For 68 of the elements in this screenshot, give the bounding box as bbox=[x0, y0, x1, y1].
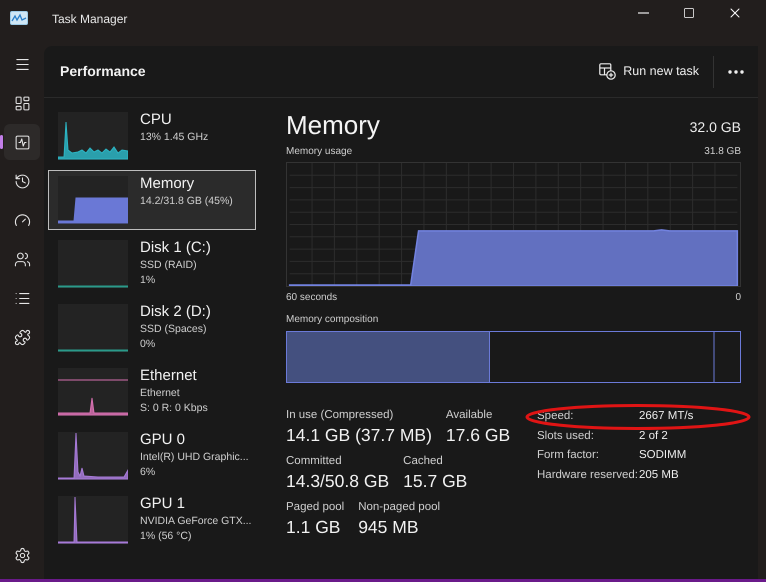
device-detail: 13% 1.45 GHz bbox=[140, 130, 208, 145]
axis-label: 60 seconds bbox=[286, 291, 338, 305]
stat-label: Available bbox=[446, 408, 494, 423]
stat-label: In use (Compressed) bbox=[286, 408, 394, 423]
device-detail: NVIDIA GeForce GTX... bbox=[140, 514, 251, 529]
device-item[interactable]: Ethernet Ethernet S: 0 R: 0 Kbps bbox=[48, 362, 256, 422]
property-label: Hardware reserved: bbox=[537, 468, 639, 482]
property-value: 2 of 2 bbox=[639, 428, 668, 444]
device-name: CPU bbox=[140, 110, 173, 130]
device-detail: 14.2/31.8 GB (45%) bbox=[140, 194, 233, 209]
device-item[interactable]: Memory 14.2/31.8 GB (45%) bbox=[48, 170, 256, 230]
device-detail: 0% bbox=[140, 337, 156, 352]
device-item[interactable]: CPU 13% 1.45 GHz bbox=[48, 106, 256, 166]
stat-value: 15.7 GB bbox=[403, 470, 468, 493]
grid-icon bbox=[14, 94, 30, 112]
device-detail: 1% (56 °C) bbox=[140, 529, 192, 544]
users-icon bbox=[14, 250, 30, 268]
stat-label: Paged pool bbox=[286, 500, 344, 515]
device-detail: SSD (Spaces) bbox=[140, 322, 208, 337]
minimize-icon bbox=[638, 12, 648, 14]
stat-label: Non-paged pool bbox=[358, 500, 440, 515]
property-value: 205 MB bbox=[639, 468, 679, 482]
stat-label: Cached bbox=[403, 454, 444, 469]
window-title: Task Manager bbox=[52, 11, 128, 28]
device-item[interactable]: GPU 0 Intel(R) UHD Graphic... 6% bbox=[48, 426, 256, 486]
puzzle-icon bbox=[14, 328, 30, 346]
pulse-square-icon bbox=[14, 134, 30, 150]
composition-label: Memory composition bbox=[286, 313, 380, 327]
device-detail: 6% bbox=[140, 465, 156, 480]
more-icon bbox=[728, 70, 744, 74]
device-detail: 1% bbox=[140, 273, 156, 288]
run-new-task-button[interactable]: Run new task bbox=[589, 56, 714, 88]
app-icon bbox=[10, 11, 28, 25]
page-title: Performance bbox=[60, 62, 146, 81]
detail-title: Memory bbox=[286, 109, 380, 142]
window-plus-icon bbox=[599, 63, 616, 80]
property-value: 2667 MT/s bbox=[639, 409, 694, 424]
device-name: GPU 0 bbox=[140, 430, 186, 450]
stat-value: 945 MB bbox=[358, 516, 420, 539]
stat-value: 17.6 GB bbox=[446, 424, 510, 447]
device-item[interactable]: Disk 1 (C:) SSD (RAID) 1% bbox=[48, 234, 256, 294]
device-item[interactable]: GPU 1 NVIDIA GeForce GTX... 1% (56 °C) bbox=[48, 490, 256, 550]
property-label: Form factor: bbox=[537, 448, 600, 463]
device-name: Disk 1 (C:) bbox=[140, 238, 211, 258]
property-value: SODIMM bbox=[639, 448, 686, 463]
stat-label: Committed bbox=[286, 454, 343, 469]
device-detail: S: 0 R: 0 Kbps bbox=[140, 401, 208, 416]
device-name: GPU 1 bbox=[140, 494, 186, 514]
device-detail: Intel(R) UHD Graphic... bbox=[140, 450, 249, 465]
stat-value: 14.3/50.8 GB bbox=[286, 470, 390, 493]
stat-value: 14.1 GB (37.7 MB) bbox=[286, 424, 432, 447]
device-detail: SSD (RAID) bbox=[140, 258, 198, 273]
graph-label: Memory usage bbox=[286, 145, 352, 159]
device-detail: Ethernet bbox=[140, 386, 181, 401]
settings-icon bbox=[14, 546, 30, 564]
device-item[interactable]: Disk 2 (D:) SSD (Spaces) 0% bbox=[48, 298, 256, 358]
property-label: Slots used: bbox=[537, 428, 595, 444]
clock-arrow-icon bbox=[14, 172, 30, 190]
device-name: Ethernet bbox=[140, 366, 198, 386]
selection-indicator bbox=[0, 135, 3, 149]
total-memory: 32.0 GB bbox=[690, 118, 741, 137]
device-name: Disk 2 (D:) bbox=[140, 302, 211, 322]
gauge-icon bbox=[14, 212, 30, 228]
device-name: Memory bbox=[140, 174, 196, 194]
stat-value: 1.1 GB bbox=[286, 516, 342, 539]
maximize-icon bbox=[683, 7, 695, 19]
graph-max-label: 31.8 GB bbox=[704, 145, 741, 159]
axis-label: 0 bbox=[735, 291, 741, 305]
